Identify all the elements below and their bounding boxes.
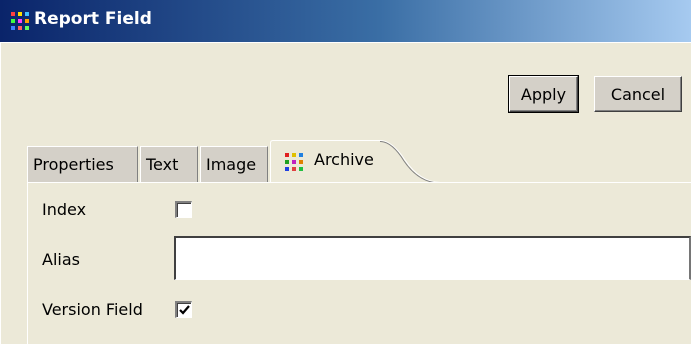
tab-archive-label: Archive xyxy=(314,150,374,169)
version-field-label: Version Field xyxy=(42,300,143,319)
apply-button[interactable]: Apply xyxy=(508,75,579,113)
title-bar[interactable]: Report Field xyxy=(0,0,691,43)
checkmark-icon xyxy=(179,305,190,315)
alias-input[interactable] xyxy=(174,236,691,280)
alias-label: Alias xyxy=(42,250,80,269)
tab-image[interactable]: Image xyxy=(200,146,268,182)
tab-properties[interactable]: Properties xyxy=(27,146,138,182)
tab-text[interactable]: Text xyxy=(140,146,198,182)
grid-dots-icon xyxy=(285,153,303,171)
window-title: Report Field xyxy=(34,9,152,29)
cancel-button[interactable]: Cancel xyxy=(594,76,682,112)
index-checkbox[interactable] xyxy=(175,201,192,218)
index-label: Index xyxy=(42,200,87,219)
tab-archive[interactable]: Archive xyxy=(270,140,450,183)
grid-dots-icon xyxy=(11,12,29,30)
version-field-checkbox[interactable] xyxy=(175,301,192,318)
